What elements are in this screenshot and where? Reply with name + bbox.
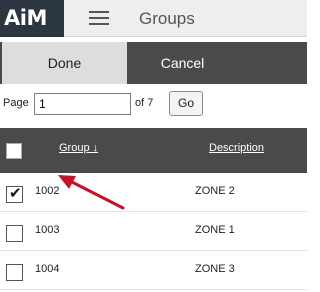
table-row[interactable]: 1003 ZONE 1 [0,212,307,251]
cancel-button[interactable]: Cancel [140,42,225,84]
page-label: Page [3,97,29,109]
page-number-input[interactable] [34,93,131,115]
group-cell: 1003 [35,224,60,236]
select-all-checkbox[interactable] [6,143,22,159]
row-checkbox[interactable] [6,225,23,242]
app-header: AiM Groups [0,0,307,37]
action-toolbar: Done Cancel [0,42,307,84]
table-header: Group ↓ Description [0,128,307,173]
row-checkbox[interactable] [6,264,23,281]
description-cell: ZONE 1 [195,224,235,236]
page-count-label: of 7 [135,97,154,109]
pagination-bar: Page of 7 Go [0,90,307,120]
table-row[interactable]: ✔ 1002 ZONE 2 [0,173,307,212]
group-column-header[interactable]: Group ↓ [59,142,98,154]
description-cell: ZONE 3 [195,263,235,275]
group-cell: 1002 [35,185,60,197]
table-row[interactable]: 1004 ZONE 3 [0,251,307,290]
group-cell: 1004 [35,263,60,275]
page-title: Groups [139,9,195,28]
row-checkbox[interactable]: ✔ [6,184,23,203]
description-cell: ZONE 2 [195,185,235,197]
go-button[interactable]: Go [169,91,203,116]
app-logo: AiM [0,0,64,37]
done-button[interactable]: Done [2,42,127,84]
description-column-header[interactable]: Description [209,142,264,154]
checkmark-icon: ✔ [9,184,22,202]
hamburger-menu-icon[interactable] [89,11,109,25]
